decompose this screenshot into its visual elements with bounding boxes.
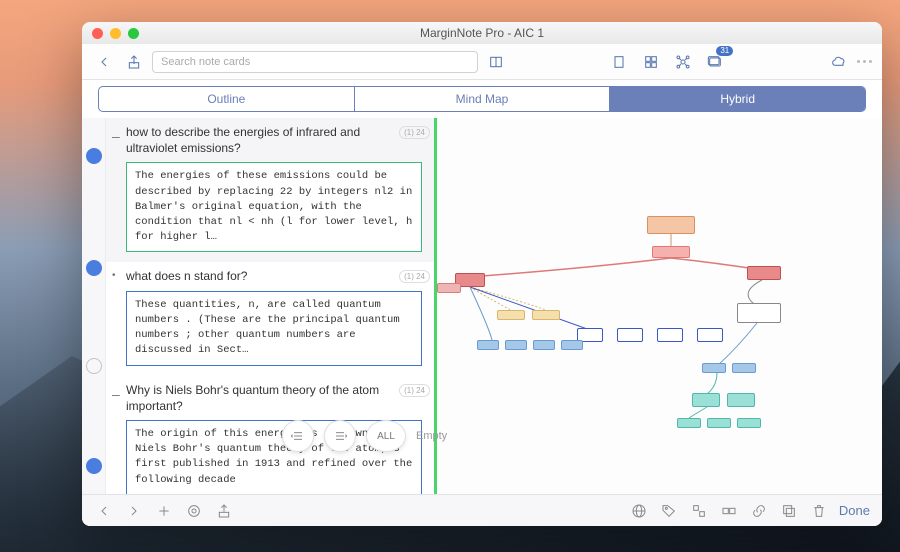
outline-action-floatbar: ALL Empty: [282, 420, 447, 452]
selection-strip: [82, 118, 106, 494]
mindmap-node[interactable]: [732, 363, 756, 373]
add-button[interactable]: [154, 501, 174, 521]
select-card-4[interactable]: [86, 458, 102, 474]
maximize-window-button[interactable]: [128, 28, 139, 39]
card-ref: (1) 24: [399, 126, 430, 139]
window-controls: [82, 28, 139, 39]
mindmap-node[interactable]: [437, 283, 461, 293]
toolbar: Search note cards 31: [82, 44, 882, 80]
mindmap-node[interactable]: [747, 266, 781, 280]
back-history-button[interactable]: [94, 501, 114, 521]
mindmap-panel[interactable]: [437, 118, 882, 494]
card-ref: (1) 24: [399, 270, 430, 283]
export-button[interactable]: [214, 501, 234, 521]
card-ref: (1) 24: [399, 384, 430, 397]
mindmap-node[interactable]: [647, 216, 695, 234]
forward-history-button[interactable]: [124, 501, 144, 521]
mindmap-node[interactable]: [532, 310, 560, 320]
card-question: Why is Niels Bohr's quantum theory of th…: [126, 382, 422, 414]
mindmap-node[interactable]: [707, 418, 731, 428]
globe-button[interactable]: [629, 501, 649, 521]
mindmap-node[interactable]: [505, 340, 527, 350]
note-card[interactable]: • (1) 24 what does n stand for? These qu…: [106, 262, 434, 375]
close-window-button[interactable]: [92, 28, 103, 39]
share-button[interactable]: [122, 50, 146, 74]
select-all-button[interactable]: ALL: [366, 420, 406, 452]
mindmap-node[interactable]: [652, 246, 690, 258]
mindmap-node[interactable]: [561, 340, 583, 350]
select-card-3[interactable]: [86, 358, 102, 374]
minimize-window-button[interactable]: [110, 28, 121, 39]
mindmap-node[interactable]: [727, 393, 755, 407]
mindmap-node[interactable]: [702, 363, 726, 373]
note-card[interactable]: – (1) 24 how to describe the energies of…: [106, 118, 434, 262]
empty-label[interactable]: Empty: [416, 430, 447, 442]
document-view-button[interactable]: [607, 50, 631, 74]
mindmap-node[interactable]: [692, 393, 720, 407]
card-question: how to describe the energies of infrared…: [126, 124, 422, 156]
cloud-sync-button[interactable]: [827, 50, 851, 74]
link-button[interactable]: [749, 501, 769, 521]
mindmap-node[interactable]: [477, 340, 499, 350]
flashcard-button[interactable]: 31: [703, 50, 727, 74]
select-card-2[interactable]: [86, 260, 102, 276]
toolbar-center: 31: [514, 50, 822, 74]
mindmap-node[interactable]: [497, 310, 525, 320]
settings-button[interactable]: [184, 501, 204, 521]
tag-button[interactable]: [659, 501, 679, 521]
card-excerpt: The energies of these emissions could be…: [126, 162, 422, 252]
mindmap-node[interactable]: [737, 303, 781, 323]
collapse-toggle[interactable]: –: [112, 128, 120, 144]
tab-hybrid[interactable]: Hybrid: [610, 87, 865, 111]
select-card-1[interactable]: [86, 148, 102, 164]
bottom-toolbar: Done: [82, 494, 882, 526]
flashcard-badge: 31: [716, 46, 733, 56]
titlebar: MarginNote Pro - AIC 1: [82, 22, 882, 44]
mindmap-node[interactable]: [533, 340, 555, 350]
mindmap-connectors: [437, 118, 882, 494]
mindmap-node[interactable]: [737, 418, 761, 428]
view-tabs: Outline Mind Map Hybrid: [98, 86, 866, 112]
outdent-button[interactable]: [282, 420, 314, 452]
delete-button[interactable]: [809, 501, 829, 521]
window-title: MarginNote Pro - AIC 1: [82, 26, 882, 40]
mindmap-node[interactable]: [657, 328, 683, 342]
content-area: – (1) 24 how to describe the energies of…: [82, 118, 882, 494]
mindmap-view-button[interactable]: [671, 50, 695, 74]
tab-mindmap[interactable]: Mind Map: [355, 87, 611, 111]
mindmap-node[interactable]: [697, 328, 723, 342]
group-button[interactable]: [689, 501, 709, 521]
tab-outline[interactable]: Outline: [99, 87, 355, 111]
mindmap-node[interactable]: [677, 418, 701, 428]
app-window: MarginNote Pro - AIC 1 Search note cards: [82, 22, 882, 526]
mindmap-node[interactable]: [617, 328, 643, 342]
search-input[interactable]: Search note cards: [152, 51, 478, 73]
search-placeholder: Search note cards: [161, 56, 250, 68]
collapse-toggle[interactable]: •: [112, 270, 116, 281]
card-excerpt: These quantities, n, are called quantum …: [126, 291, 422, 366]
cards-view-button[interactable]: [639, 50, 663, 74]
card-question: what does n stand for?: [126, 268, 422, 284]
done-button[interactable]: Done: [839, 503, 870, 518]
indent-button[interactable]: [324, 420, 356, 452]
back-button[interactable]: [92, 50, 116, 74]
book-view-button[interactable]: [484, 50, 508, 74]
merge-button[interactable]: [719, 501, 739, 521]
collapse-toggle[interactable]: –: [112, 386, 120, 402]
copy-button[interactable]: [779, 501, 799, 521]
more-menu-button[interactable]: [857, 60, 872, 63]
